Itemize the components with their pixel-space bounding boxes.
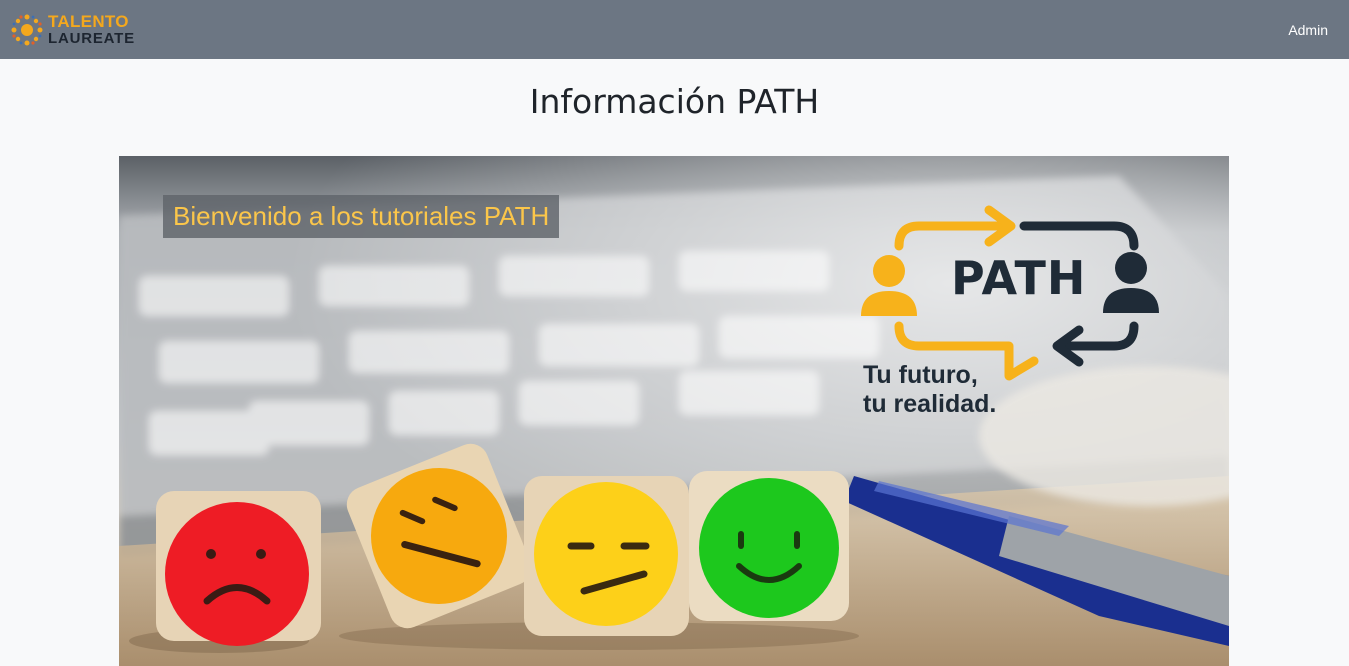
sad-face-die-icon xyxy=(156,491,321,646)
path-tagline: Tu futuro, tu realidad. xyxy=(863,361,996,419)
admin-link[interactable]: Admin xyxy=(1288,22,1328,38)
tagline-line2: tu realidad. xyxy=(863,390,997,418)
top-navbar: TALENTO LAUREATE Admin xyxy=(0,0,1349,59)
brand-name-line2: LAUREATE xyxy=(48,29,135,47)
page-title: Información PATH xyxy=(529,82,820,121)
tagline-line1: Tu futuro, xyxy=(863,361,978,389)
person-icon xyxy=(1103,252,1159,313)
banner-image: Bienvenido a los tutoriales PATH PATH Tu… xyxy=(119,156,1229,666)
path-logo-word: PATH xyxy=(951,251,1087,305)
happy-face-die-icon xyxy=(689,471,849,621)
laureate-sun-icon xyxy=(11,14,43,45)
brand-logo[interactable]: TALENTO LAUREATE xyxy=(10,13,135,47)
banner-caption: Bienvenido a los tutoriales PATH xyxy=(163,195,560,238)
person-icon xyxy=(861,255,917,316)
brand-name-line1: TALENTO xyxy=(48,11,129,31)
neutral-face-die-icon xyxy=(524,476,689,636)
